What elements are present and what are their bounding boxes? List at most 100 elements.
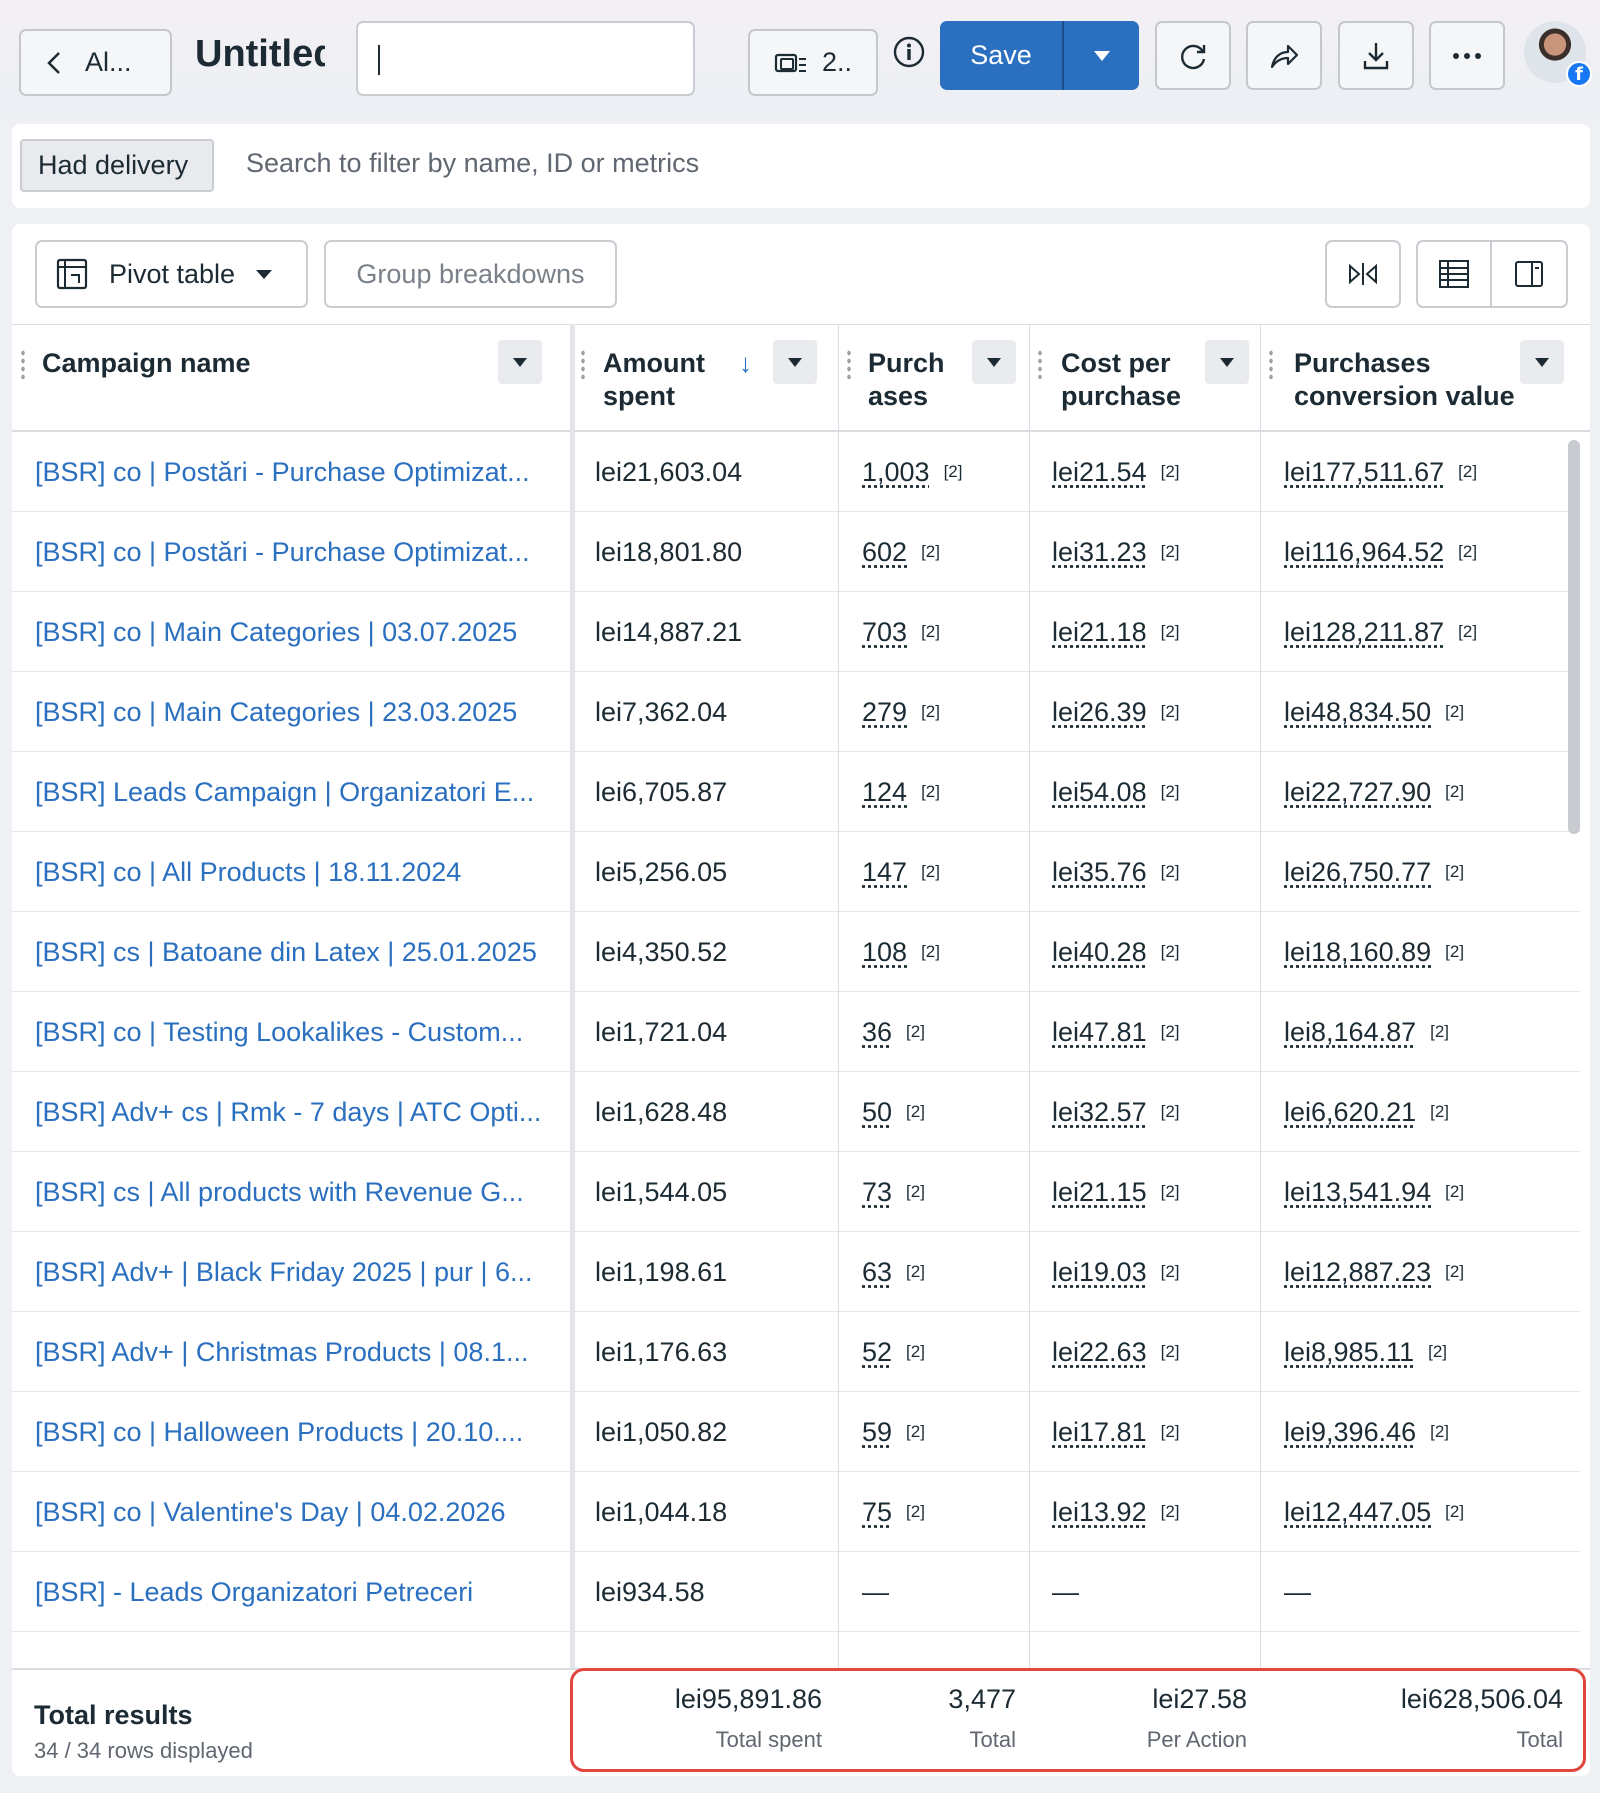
header-purchases[interactable]: Purch ases <box>838 325 1028 431</box>
purchases-cell[interactable]: 147 [2] <box>862 832 940 912</box>
campaign-name-link[interactable]: [BSR] co | Postări - Purchase Optimizat.… <box>35 512 555 592</box>
purchases-cell[interactable]: 279 [2] <box>862 672 940 752</box>
table-row[interactable]: [BSR] co | Main Categories | 03.07.2025 l… <box>12 592 1580 672</box>
header-campaign-name[interactable]: Campaign name <box>12 325 570 431</box>
purchases-cell-value[interactable]: 52 <box>862 1337 892 1368</box>
cost-per-purchase-cell-value[interactable]: lei40.28 <box>1052 937 1147 968</box>
campaign-name-link[interactable]: [BSR] co | Testing Lookalikes - Custom..… <box>35 992 555 1072</box>
conversion-value-cell[interactable]: lei8,164.87 [2] <box>1284 992 1449 1072</box>
drag-handle-icon[interactable] <box>20 349 26 379</box>
conversion-value-cell[interactable]: lei13,541.94 [2] <box>1284 1152 1464 1232</box>
cost-per-purchase-cell[interactable]: lei17.81 [2] <box>1052 1392 1180 1472</box>
cost-per-purchase-cell-value[interactable]: lei13.92 <box>1052 1497 1147 1528</box>
campaign-name-link[interactable]: [BSR] co | Valentine's Day | 04.02.2026 <box>35 1472 555 1552</box>
campaign-name-link-value[interactable]: [BSR] cs | All products with Revenue G..… <box>35 1177 524 1208</box>
conversion-value-cell-value[interactable]: lei128,211.87 <box>1284 617 1444 648</box>
drag-handle-icon[interactable] <box>1268 349 1274 379</box>
table-row[interactable]: [BSR] co | Postări - Purchase Optimizat.… <box>12 432 1580 512</box>
column-divider[interactable] <box>838 324 839 1676</box>
conversion-value-cell-value[interactable]: lei12,887.23 <box>1284 1257 1431 1288</box>
cost-per-purchase-cell[interactable]: lei21.18 [2] <box>1052 592 1180 672</box>
purchases-cell-value[interactable]: 50 <box>862 1097 892 1128</box>
column-divider[interactable] <box>1260 324 1261 1676</box>
table-row[interactable]: [BSR] co | Main Categories | 23.03.2025 l… <box>12 672 1580 752</box>
table-row[interactable]: [BSR] Adv+ cs | Rmk - 7 days | ATC Opti.… <box>12 1072 1580 1152</box>
side-panel-button[interactable] <box>1492 242 1566 306</box>
table-row[interactable]: [BSR] co | Postări - Purchase Optimizat.… <box>12 512 1580 592</box>
conversion-value-cell[interactable]: lei6,620.21 [2] <box>1284 1072 1449 1152</box>
purchases-cell-value[interactable]: 59 <box>862 1417 892 1448</box>
conversion-value-cell[interactable]: lei22,727.90 [2] <box>1284 752 1464 832</box>
cost-per-purchase-cell[interactable]: lei40.28 [2] <box>1052 912 1180 992</box>
table-row[interactable]: [BSR] co | Halloween Products | 20.10...… <box>12 1392 1580 1472</box>
refresh-button[interactable] <box>1155 21 1231 90</box>
campaign-name-link[interactable]: [BSR] co | Main Categories | 23.03.2025 <box>35 672 555 752</box>
conversion-value-cell-value[interactable]: lei116,964.52 <box>1284 537 1444 568</box>
conversion-value-cell[interactable]: lei48,834.50 [2] <box>1284 672 1464 752</box>
campaign-name-link-value[interactable]: [BSR] - Leads Organizatori Petreceri <box>35 1577 473 1608</box>
conversion-value-cell-value[interactable]: lei22,727.90 <box>1284 777 1431 808</box>
purchases-cell[interactable]: 73 [2] <box>862 1152 925 1232</box>
purchases-cell-value[interactable]: 108 <box>862 937 907 968</box>
header-cost-per-purchase[interactable]: Cost per purchase <box>1029 325 1259 431</box>
conversion-value-cell-value[interactable]: lei12,447.05 <box>1284 1497 1431 1528</box>
cost-per-purchase-cell[interactable]: lei13.92 [2] <box>1052 1472 1180 1552</box>
purchases-cell-value[interactable]: 1,003 <box>862 457 930 488</box>
purchases-cell[interactable]: 1,003 [2] <box>862 432 962 512</box>
purchases-cell-value[interactable]: 602 <box>862 537 907 568</box>
conversion-value-cell[interactable]: lei8,985.11 [2] <box>1284 1312 1447 1392</box>
purchases-cell[interactable]: 108 [2] <box>862 912 940 992</box>
user-avatar[interactable]: f <box>1524 21 1592 87</box>
cost-per-purchase-cell-value[interactable]: lei32.57 <box>1052 1097 1147 1128</box>
cost-per-purchase-cell-value[interactable]: lei21.18 <box>1052 617 1147 648</box>
drag-handle-icon[interactable] <box>1037 349 1043 379</box>
cost-per-purchase-cell[interactable]: lei31.23 [2] <box>1052 512 1180 592</box>
purchases-cell-value[interactable]: 73 <box>862 1177 892 1208</box>
campaign-name-link[interactable]: [BSR] Adv+ | Christmas Products | 08.1..… <box>35 1312 555 1392</box>
campaign-name-link-value[interactable]: [BSR] co | Valentine's Day | 04.02.2026 <box>35 1497 505 1528</box>
table-row[interactable]: [BSR] Adv+ | Christmas Products | 08.1..… <box>12 1312 1580 1392</box>
purchases-cell[interactable]: 52 [2] <box>862 1312 925 1392</box>
table-row[interactable]: [BSR] cs | Batoane din Latex | 25.01.202… <box>12 912 1580 992</box>
column-menu-button[interactable] <box>498 340 542 384</box>
conversion-value-cell[interactable]: lei18,160.89 [2] <box>1284 912 1464 992</box>
cost-per-purchase-cell[interactable]: lei19.03 [2] <box>1052 1232 1180 1312</box>
cost-per-purchase-cell-value[interactable]: lei17.81 <box>1052 1417 1147 1448</box>
conversion-value-cell[interactable]: lei12,447.05 [2] <box>1284 1472 1464 1552</box>
conversion-value-cell[interactable]: lei12,887.23 [2] <box>1284 1232 1464 1312</box>
campaign-name-link-value[interactable]: [BSR] co | Postări - Purchase Optimizat.… <box>35 457 530 488</box>
campaign-name-link-value[interactable]: [BSR] co | Main Categories | 03.07.2025 <box>35 617 517 648</box>
column-menu-button[interactable] <box>773 340 817 384</box>
purchases-cell-value[interactable]: 75 <box>862 1497 892 1528</box>
report-title[interactable]: Untitled <box>195 33 325 76</box>
campaign-name-link-value[interactable]: [BSR] co | Testing Lookalikes - Custom..… <box>35 1017 523 1048</box>
pivot-table-dropdown[interactable]: Pivot table <box>35 240 308 308</box>
cost-per-purchase-cell-value[interactable]: lei21.15 <box>1052 1177 1147 1208</box>
back-button[interactable]: Al... <box>19 29 172 96</box>
purchases-cell[interactable]: 602 [2] <box>862 512 940 592</box>
campaign-name-link-value[interactable]: [BSR] Adv+ | Black Friday 2025 | pur | 6… <box>35 1257 533 1288</box>
conversion-value-cell[interactable]: lei128,211.87 [2] <box>1284 592 1477 672</box>
cost-per-purchase-cell[interactable]: lei21.15 [2] <box>1052 1152 1180 1232</box>
conversion-value-cell-value[interactable]: lei26,750.77 <box>1284 857 1431 888</box>
cost-per-purchase-cell-value[interactable]: — <box>1052 1577 1079 1608</box>
campaign-name-link-value[interactable]: [BSR] co | Postări - Purchase Optimizat.… <box>35 537 530 568</box>
columns-button[interactable] <box>1418 242 1492 306</box>
purchases-cell[interactable]: 59 [2] <box>862 1392 925 1472</box>
conversion-value-cell-value[interactable]: lei9,396.46 <box>1284 1417 1416 1448</box>
header-purchases-conversion-value[interactable]: Purchases conversion value <box>1260 325 1580 431</box>
download-button[interactable] <box>1338 21 1414 90</box>
had-delivery-filter-chip[interactable]: Had delivery <box>20 139 214 192</box>
conversion-value-cell-value[interactable]: lei177,511.67 <box>1284 457 1444 488</box>
campaign-name-link-value[interactable]: [BSR] co | Main Categories | 23.03.2025 <box>35 697 517 728</box>
purchases-cell-value[interactable]: 36 <box>862 1017 892 1048</box>
share-button[interactable] <box>1246 21 1322 90</box>
cost-per-purchase-cell[interactable]: lei35.76 [2] <box>1052 832 1180 912</box>
sort-descending-icon[interactable]: ↓ <box>739 347 752 380</box>
purchases-cell[interactable]: 75 [2] <box>862 1472 925 1552</box>
header-amount-spent[interactable]: Amount spent ↓ <box>575 325 835 431</box>
campaign-name-link-value[interactable]: [BSR] Adv+ cs | Rmk - 7 days | ATC Opti.… <box>35 1097 541 1128</box>
table-row[interactable]: [BSR] cs | All products with Revenue G..… <box>12 1152 1580 1232</box>
cost-per-purchase-cell[interactable]: — <box>1052 1552 1079 1632</box>
views-button[interactable]: 2.. <box>748 29 878 96</box>
